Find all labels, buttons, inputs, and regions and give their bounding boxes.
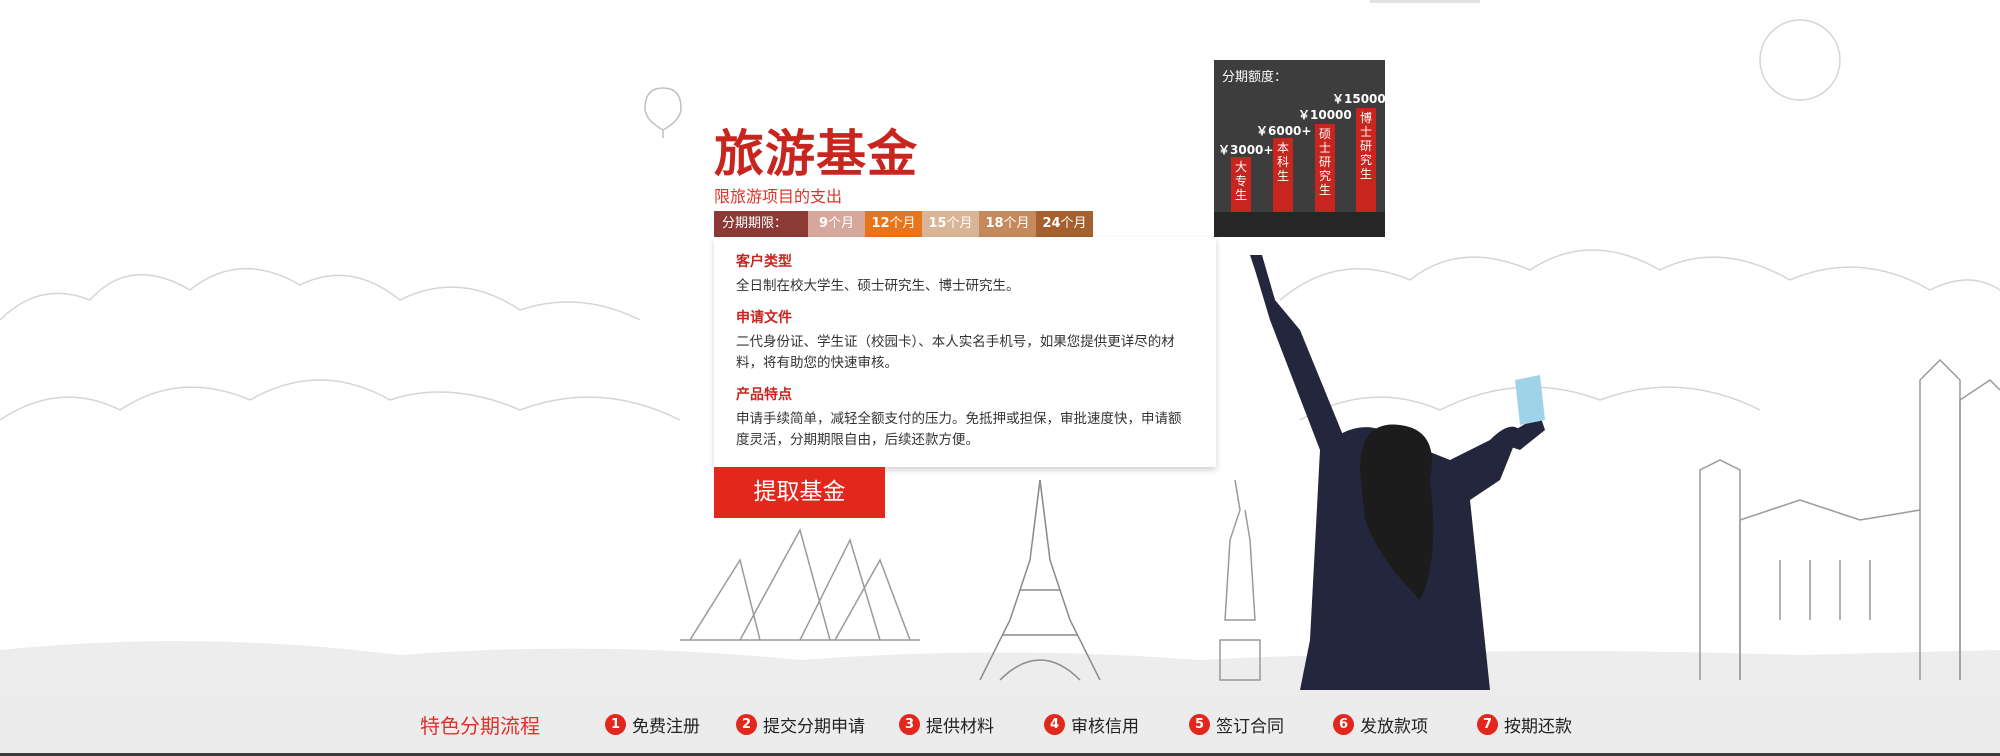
quota-bar-4: 博士研究生 [1356,108,1376,212]
quota-base [1214,212,1385,237]
quota-title: 分期额度： [1222,70,1288,85]
step-number: 4 [1044,714,1065,735]
term-option-18[interactable]: 18个月 [979,211,1036,237]
process-step-1: 1 免费注册 [605,712,700,737]
step-number: 7 [1477,714,1498,735]
quota-bar-2: 本科生 [1273,138,1293,212]
process-step-2: 2 提交分期申请 [736,712,865,737]
term-option-15[interactable]: 15个月 [922,211,979,237]
term-option-9[interactable]: 9个月 [808,211,865,237]
customer-type-heading: 客户类型 [736,254,792,270]
customer-type-text: 全日制在校大学生、硕士研究生、博士研究生。 [736,278,1020,294]
quota-amount-3: ￥10000 [1298,108,1352,122]
quota-amount-4: ￥15000 [1332,92,1386,106]
process-step-6: 6 发放款项 [1333,712,1428,737]
process-step-4: 4 审核信用 [1044,712,1139,737]
step-label: 发放款项 [1360,717,1428,737]
product-subtitle: 限旅游项目的支出 [714,187,843,206]
product-title: 旅游基金 [714,124,918,183]
process-step-3: 3 提供材料 [899,712,994,737]
quota-bar-3: 硕士研究生 [1315,124,1335,212]
documents-heading: 申请文件 [736,310,792,326]
process-bar: 特色分期流程 1 免费注册 2 提交分期申请 3 提供材料 4 审核信用 5 签订合同 6… [0,690,2000,756]
step-label: 审核信用 [1071,717,1139,737]
process-title: 特色分期流程 [420,714,540,738]
step-number: 1 [605,714,626,735]
quota-bar-1: 大专生 [1231,157,1251,212]
top-divider [1370,0,1480,3]
step-label: 提供材料 [926,717,994,737]
step-number: 2 [736,714,757,735]
quota-amount-1: ￥3000+ [1218,143,1274,157]
quota-card: 分期额度： ￥3000+ 大专生 ￥6000+ 本科生 ￥10000 硕士研究生… [1214,60,1386,237]
step-number: 5 [1189,714,1210,735]
step-label: 按期还款 [1504,717,1572,737]
step-label: 提交分期申请 [763,717,865,737]
features-heading: 产品特点 [736,387,792,403]
term-bar: 分期期限： 9个月 12个月 15个月 18个月 24个月 [714,211,1093,237]
term-option-12[interactable]: 12个月 [865,211,922,237]
step-number: 6 [1333,714,1354,735]
withdraw-fund-button[interactable]: 提取基金 [714,467,885,518]
process-step-5: 5 签订合同 [1189,712,1284,737]
step-number: 3 [899,714,920,735]
process-step-7: 7 按期还款 [1477,712,1572,737]
step-label: 签订合同 [1216,717,1284,737]
features-text: 申请手续简单，减轻全额支付的压力。免抵押或担保，审批速度快，申请额度灵活，分期期… [736,411,1182,448]
term-label: 分期期限： [714,211,808,237]
documents-text: 二代身份证、学生证（校园卡）、本人实名手机号，如果您提供更详尽的材料，将有助您的… [736,334,1175,371]
step-label: 免费注册 [632,717,700,737]
term-option-24[interactable]: 24个月 [1036,211,1093,237]
product-info-panel: 客户类型 全日制在校大学生、硕士研究生、博士研究生。 申请文件 二代身份证、学生… [714,237,1216,467]
quota-amount-2: ￥6000+ [1256,124,1312,138]
